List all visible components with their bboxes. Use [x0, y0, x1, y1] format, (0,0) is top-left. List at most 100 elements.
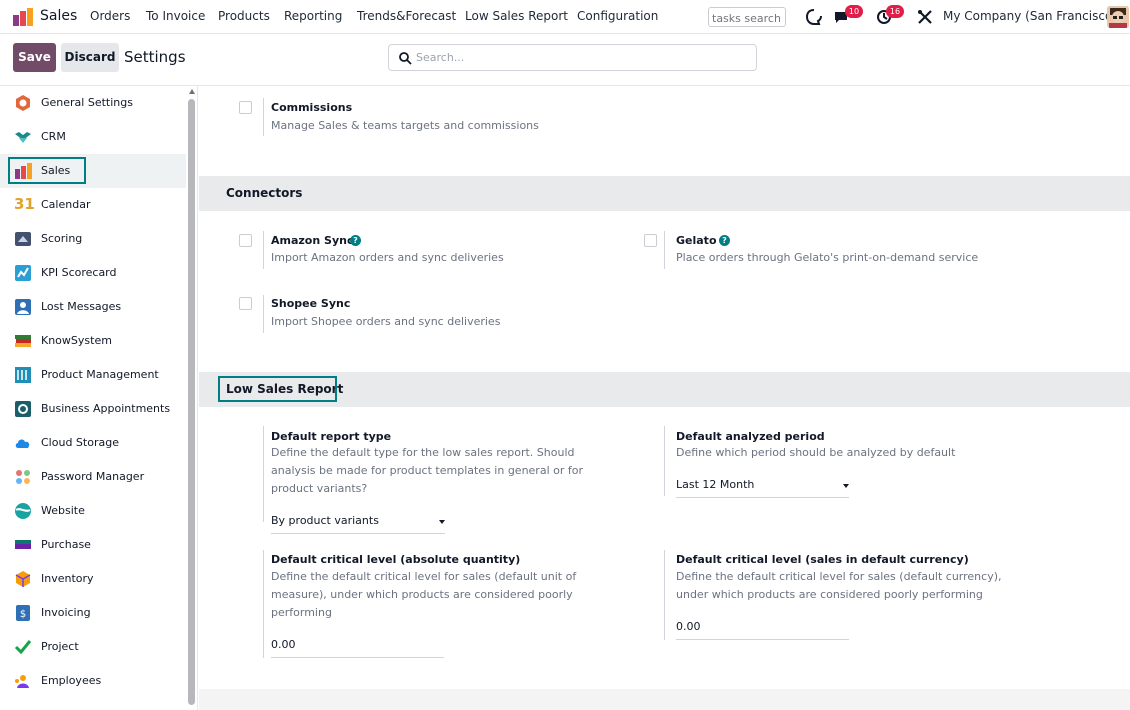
appointments-icon — [15, 401, 31, 417]
sidebar-item-label: Inventory — [41, 572, 94, 585]
critical-qty-input[interactable]: 0.00 — [271, 638, 444, 658]
app-name[interactable]: Sales — [40, 8, 77, 24]
sidebar-item-invoicing[interactable]: $ Invoicing — [0, 596, 186, 630]
activities-badge: 16 — [886, 5, 904, 18]
menu-trends-forecast[interactable]: Trends&Forecast — [357, 9, 456, 23]
sidebar-item-cloud-storage[interactable]: Cloud Storage — [0, 426, 186, 460]
gelato-help-icon[interactable]: ? — [719, 235, 730, 246]
setting-divider — [263, 426, 264, 522]
setting-divider — [263, 295, 264, 333]
shopee-sync-checkbox[interactable] — [239, 297, 252, 310]
sidebar-item-knowsystem[interactable]: KnowSystem — [0, 324, 186, 358]
discard-button[interactable]: Discard — [61, 43, 119, 72]
analyzed-period-desc: Define which period should be analyzed b… — [676, 446, 956, 459]
company-switcher[interactable]: My Company (San Francisco) — [943, 9, 1117, 23]
user-avatar[interactable] — [1107, 6, 1129, 28]
menu-low-sales-report[interactable]: Low Sales Report — [465, 9, 568, 23]
settings-search-input[interactable]: Search... — [388, 44, 757, 71]
commissions-title: Commissions — [271, 101, 353, 114]
report-type-desc: Define the default type for the low sale… — [271, 446, 583, 495]
sidebar-item-scoring[interactable]: Scoring — [0, 222, 186, 256]
page-title: Settings — [124, 48, 186, 66]
amazon-sync-desc: Import Amazon orders and sync deliveries — [271, 251, 504, 264]
setting-divider — [263, 231, 264, 269]
section-highlight — [218, 376, 337, 402]
tools-icon[interactable] — [916, 8, 934, 26]
setting-divider — [664, 231, 665, 269]
sidebar-item-label: CRM — [41, 130, 66, 143]
sidebar-item-business-appointments[interactable]: Business Appointments — [0, 392, 186, 426]
report-type-select[interactable]: By product variants — [271, 514, 445, 534]
commissions-desc: Manage Sales & teams targets and commiss… — [271, 119, 539, 132]
analyzed-period-select[interactable]: Last 12 Month — [676, 478, 849, 498]
sidebar-item-employees[interactable]: Employees — [0, 664, 186, 698]
setting-divider — [664, 426, 665, 496]
svg-text:$: $ — [20, 609, 26, 620]
employees-icon — [15, 675, 29, 688]
chevron-down-icon — [439, 520, 445, 524]
critical-currency-title: Default critical level (sales in default… — [676, 553, 969, 566]
sidebar-item-calendar[interactable]: 31 Calendar — [0, 188, 186, 222]
sidebar-item-label: KnowSystem — [41, 334, 112, 347]
website-icon — [15, 503, 31, 519]
sidebar-item-kpi-scorecard[interactable]: KPI Scorecard — [0, 256, 186, 290]
sidebar-item-label: Business Appointments — [41, 402, 171, 415]
sidebar-item-label: Calendar — [41, 198, 91, 211]
sidebar-item-lost-messages[interactable]: Lost Messages — [0, 290, 186, 324]
sidebar-item-label: KPI Scorecard — [41, 266, 117, 279]
commissions-checkbox[interactable] — [239, 101, 252, 114]
menu-orders[interactable]: Orders — [90, 9, 130, 23]
menu-reporting[interactable]: Reporting — [284, 9, 342, 23]
product-management-icon — [15, 367, 31, 383]
settings-content: Commissions Manage Sales & teams targets… — [199, 86, 1130, 710]
general-settings-icon — [16, 95, 30, 111]
critical-currency-input[interactable]: 0.00 — [676, 620, 849, 640]
sidebar-item-purchase[interactable]: Purchase — [0, 528, 186, 562]
books-icon — [15, 335, 31, 347]
menu-to-invoice[interactable]: To Invoice — [146, 9, 205, 23]
analyzed-period-title: Default analyzed period — [676, 430, 825, 443]
amazon-sync-title: Amazon Sync — [271, 234, 354, 247]
sidebar-item-project[interactable]: Project — [0, 630, 186, 664]
sidebar-item-sales[interactable]: Sales — [0, 154, 186, 188]
connectors-section-header: Connectors — [199, 176, 1130, 211]
top-navbar: Sales Orders To Invoice Products Reporti… — [0, 0, 1130, 34]
menu-configuration[interactable]: Configuration — [577, 9, 658, 23]
sidebar-item-website[interactable]: Website — [0, 494, 186, 528]
critical-qty-title: Default critical level (absolute quantit… — [271, 553, 521, 566]
amazon-sync-checkbox[interactable] — [239, 234, 252, 247]
search-placeholder: Search... — [416, 51, 465, 64]
sidebar-item-product-management[interactable]: Product Management — [0, 358, 186, 392]
gelato-checkbox[interactable] — [644, 234, 657, 247]
amazon-help-icon[interactable]: ? — [350, 235, 361, 246]
sidebar-item-label: Invoicing — [41, 606, 91, 619]
shopee-sync-title: Shopee Sync — [271, 297, 351, 310]
sidebar-item-general-settings[interactable]: General Settings — [0, 86, 186, 120]
tasks-search-input[interactable] — [708, 7, 786, 27]
crm-icon — [15, 132, 31, 143]
sales-app-icon[interactable] — [13, 8, 33, 26]
section-footer — [199, 689, 1130, 710]
sidebar-item-crm[interactable]: CRM — [0, 120, 186, 154]
menu-products[interactable]: Products — [218, 9, 270, 23]
calendar-icon: 31 — [14, 195, 35, 213]
search-icon — [399, 52, 412, 65]
shopee-sync-desc: Import Shopee orders and sync deliveries — [271, 315, 501, 328]
sidebar-scrollbar[interactable] — [188, 99, 195, 705]
sales-icon — [15, 163, 32, 179]
discuss-icon[interactable] — [805, 8, 823, 26]
sidebar-item-label: Product Management — [41, 368, 159, 381]
lost-messages-icon — [15, 299, 31, 315]
report-type-value: By product variants — [271, 514, 379, 527]
sidebar-item-password-manager[interactable]: Password Manager — [0, 460, 186, 494]
save-button[interactable]: Save — [13, 43, 56, 72]
sidebar-item-label: General Settings — [41, 96, 133, 109]
sidebar-item-label: Cloud Storage — [41, 436, 119, 449]
password-icon — [16, 470, 30, 484]
sidebar-item-inventory[interactable]: Inventory — [0, 562, 186, 596]
scroll-up-arrow-icon[interactable] — [189, 89, 195, 94]
analyzed-period-value: Last 12 Month — [676, 478, 755, 491]
scoring-icon — [15, 232, 31, 246]
invoicing-icon: $ — [16, 605, 30, 621]
critical-currency-desc: Define the default critical level for sa… — [676, 570, 1002, 601]
